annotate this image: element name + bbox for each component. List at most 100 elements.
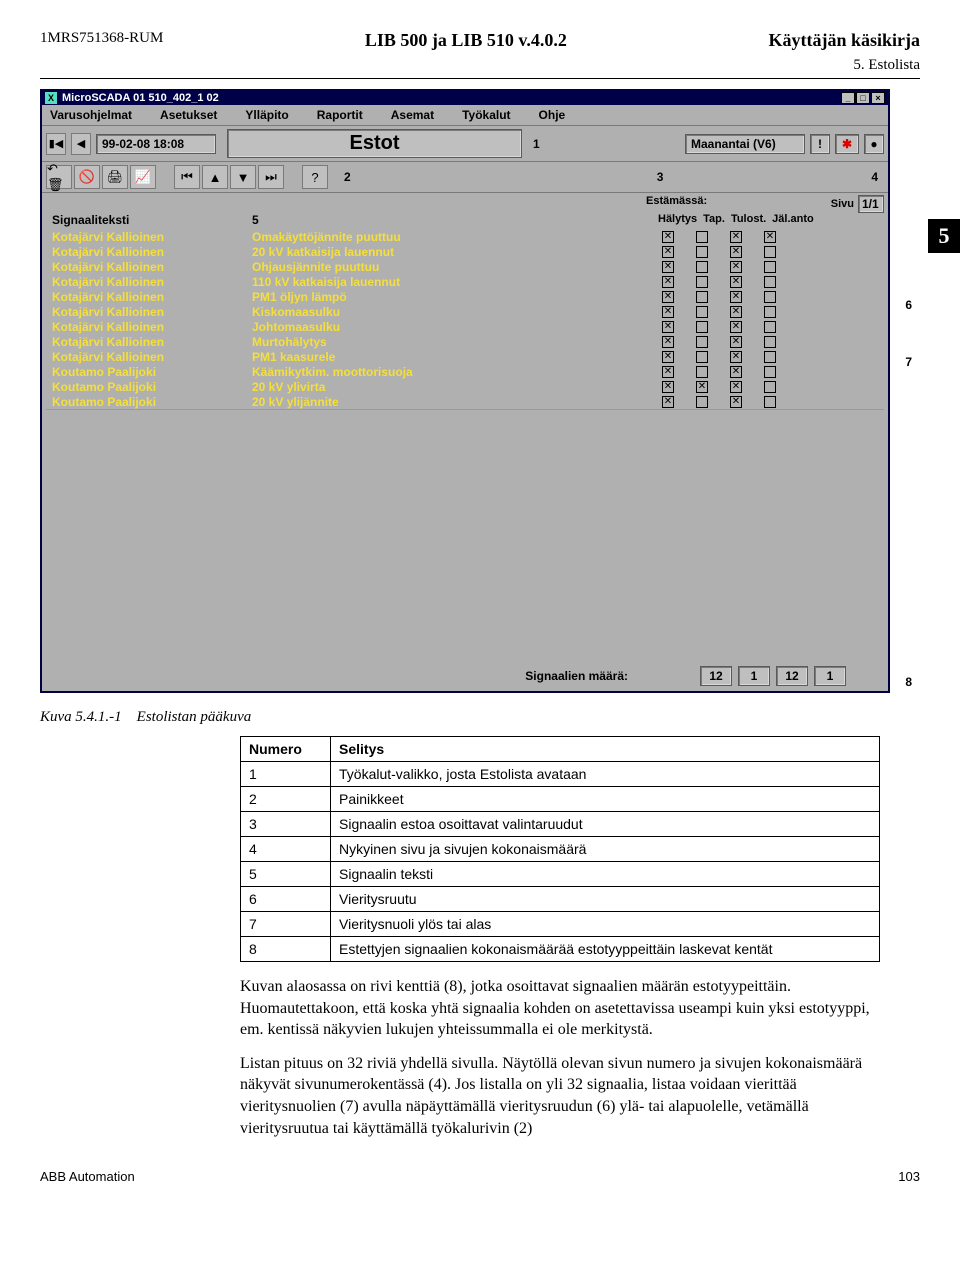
legend-cell: 1 <box>241 762 331 787</box>
block-checkbox[interactable] <box>696 261 708 273</box>
block-checkbox[interactable] <box>662 231 674 243</box>
block-checkbox[interactable] <box>730 351 742 363</box>
block-checkbox[interactable] <box>696 291 708 303</box>
timestamp-field: 99-02-08 18:08 <box>96 134 216 154</box>
legend-cell: Vieritysnuoli ylös tai alas <box>331 912 880 937</box>
block-checkbox[interactable] <box>662 321 674 333</box>
signal-source: Kotajärvi Kallioinen <box>52 350 252 364</box>
col-header: Tulost. <box>731 213 766 227</box>
signal-row: Kotajärvi KallioinenMurtohälytys <box>46 334 884 349</box>
tool-stop-icon[interactable]: 🚫 <box>74 165 100 189</box>
block-checkbox[interactable] <box>662 336 674 348</box>
block-checkbox[interactable] <box>764 306 776 318</box>
block-checkbox[interactable] <box>730 306 742 318</box>
block-checkbox[interactable] <box>696 396 708 408</box>
block-checkbox[interactable] <box>730 336 742 348</box>
tool-help-icon[interactable]: ? <box>302 165 328 189</box>
callout-8: 8 <box>905 675 912 689</box>
legend-cell: 8 <box>241 937 331 962</box>
block-checkbox[interactable] <box>696 231 708 243</box>
block-checkbox[interactable] <box>730 381 742 393</box>
signal-text: Omakäyttöjännite puuttuu <box>252 230 472 244</box>
menu-item[interactable]: Varusohjelmat <box>50 108 132 122</box>
legend-cell: 7 <box>241 912 331 937</box>
block-checkbox[interactable] <box>662 276 674 288</box>
block-checkbox[interactable] <box>696 246 708 258</box>
nav-prev-icon[interactable]: ◀ <box>71 133 91 155</box>
block-checkbox[interactable] <box>730 321 742 333</box>
block-checkbox[interactable] <box>662 291 674 303</box>
menu-item[interactable]: Työkalut <box>462 108 510 122</box>
legend-cell: Nykyinen sivu ja sivujen kokonaismäärä <box>331 837 880 862</box>
block-checkbox[interactable] <box>696 366 708 378</box>
block-checkbox[interactable] <box>764 396 776 408</box>
block-checkbox[interactable] <box>730 366 742 378</box>
block-checkbox[interactable] <box>764 366 776 378</box>
tool-up-icon[interactable]: ▲ <box>202 165 228 189</box>
nav-first-icon[interactable]: ▮◀ <box>46 133 66 155</box>
block-checkbox[interactable] <box>696 321 708 333</box>
block-checkbox[interactable] <box>764 291 776 303</box>
block-checkbox[interactable] <box>730 246 742 258</box>
block-checkbox[interactable] <box>662 261 674 273</box>
col-header: Hälytys <box>658 213 697 227</box>
block-checkbox[interactable] <box>730 261 742 273</box>
menu-item[interactable]: Asetukset <box>160 108 217 122</box>
block-checkbox[interactable] <box>662 381 674 393</box>
menu-item[interactable]: Ylläpito <box>245 108 288 122</box>
tool-graph-icon[interactable]: 📈 <box>130 165 156 189</box>
signal-source: Koutamo Paalijoki <box>52 395 252 409</box>
signal-text: Ohjausjännite puuttuu <box>252 260 472 274</box>
footer-left: ABB Automation <box>40 1169 135 1184</box>
app-window: X MicroSCADA 01 510_402_1 02 _ □ × Varus… <box>40 89 890 693</box>
block-checkbox[interactable] <box>730 396 742 408</box>
tool-down-icon[interactable]: ▼ <box>230 165 256 189</box>
block-checkbox[interactable] <box>764 261 776 273</box>
signal-row: Koutamo Paalijoki20 kV ylivirta <box>46 379 884 394</box>
block-checkbox[interactable] <box>764 231 776 243</box>
block-checkbox[interactable] <box>730 231 742 243</box>
block-checkbox[interactable] <box>662 366 674 378</box>
tool-first-icon[interactable]: ⏮ <box>174 165 200 189</box>
block-checkbox[interactable] <box>764 381 776 393</box>
block-checkbox[interactable] <box>764 276 776 288</box>
signal-text: Johtomaasulku <box>252 320 472 334</box>
callout-1: 1 <box>533 137 540 151</box>
block-checkbox[interactable] <box>662 246 674 258</box>
tool-print-icon[interactable]: 🖨 <box>102 165 128 189</box>
maximize-icon[interactable]: □ <box>856 92 870 104</box>
menu-item[interactable]: Raportit <box>317 108 363 122</box>
window-title: MicroSCADA 01 510_402_1 02 <box>62 92 219 104</box>
doc-type: Käyttäjän käsikirja <box>768 30 920 51</box>
minimize-icon[interactable]: _ <box>841 92 855 104</box>
block-checkbox[interactable] <box>696 306 708 318</box>
block-checkbox[interactable] <box>662 306 674 318</box>
block-checkbox[interactable] <box>764 246 776 258</box>
menu-item[interactable]: Ohje <box>539 108 566 122</box>
legend-head-desc: Selitys <box>331 737 880 762</box>
tool-last-icon[interactable]: ⏭ <box>258 165 284 189</box>
signal-source: Kotajärvi Kallioinen <box>52 275 252 289</box>
block-checkbox[interactable] <box>662 351 674 363</box>
block-checkbox[interactable] <box>764 351 776 363</box>
status-count-1: 12 <box>700 666 732 686</box>
block-checkbox[interactable] <box>730 276 742 288</box>
signal-row: Kotajärvi KallioinenPM1 öljyn lämpö <box>46 289 884 304</box>
menu-item[interactable]: Asemat <box>391 108 434 122</box>
block-checkbox[interactable] <box>696 351 708 363</box>
block-checkbox[interactable] <box>730 291 742 303</box>
block-checkbox[interactable] <box>662 396 674 408</box>
block-checkbox[interactable] <box>696 381 708 393</box>
block-checkbox[interactable] <box>696 276 708 288</box>
block-checkbox[interactable] <box>696 336 708 348</box>
status-count-2: 1 <box>738 666 770 686</box>
tool-back-icon[interactable]: ↶🗑 <box>46 165 72 189</box>
callout-7: 7 <box>905 355 912 369</box>
close-icon[interactable]: × <box>871 92 885 104</box>
block-checkbox[interactable] <box>764 321 776 333</box>
signal-source: Kotajärvi Kallioinen <box>52 320 252 334</box>
signal-source: Koutamo Paalijoki <box>52 365 252 379</box>
signal-text: Murtohälytys <box>252 335 472 349</box>
signal-source: Kotajärvi Kallioinen <box>52 245 252 259</box>
block-checkbox[interactable] <box>764 336 776 348</box>
